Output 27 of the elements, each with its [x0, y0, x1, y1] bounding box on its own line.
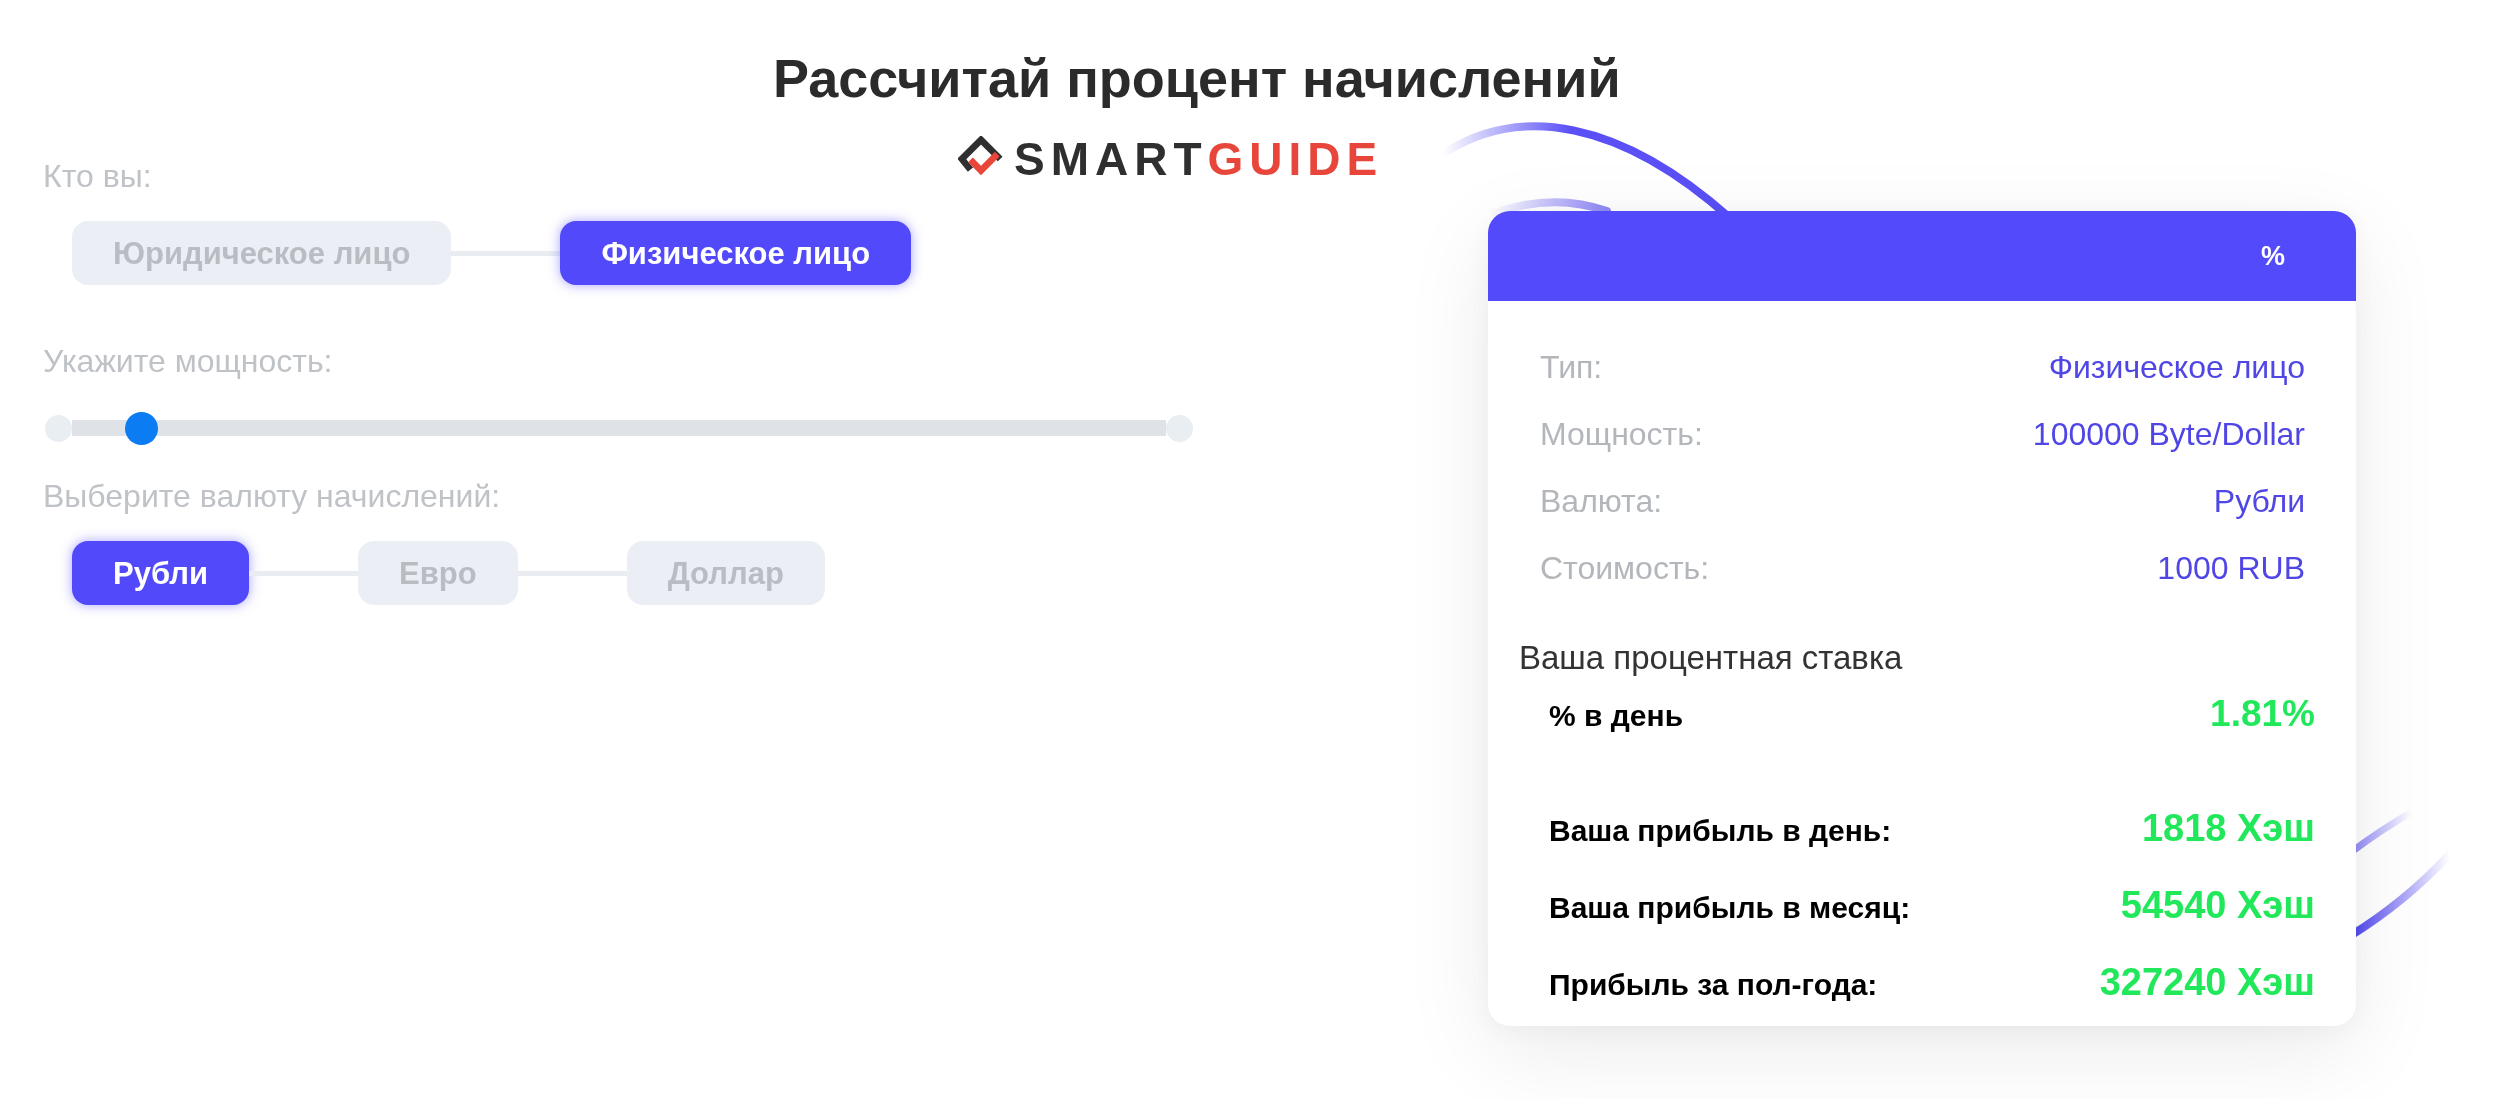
option-button[interactable]: Рубли: [72, 541, 250, 605]
profit-value: 54540 Хэш: [2120, 883, 2315, 927]
rate-label: % в день: [1549, 698, 1684, 734]
logo-wordmark: SMARTGUIDE: [1014, 136, 1384, 182]
detail-value: Физическое лицо: [2048, 348, 2305, 387]
detail-label: Стоимость:: [1540, 549, 1710, 588]
end-dot-icon: [1166, 414, 1193, 442]
detail-label: Валюта:: [1540, 482, 1663, 521]
section-label: Кто вы:: [43, 158, 152, 194]
profit-label: Ваша прибыль в месяц:: [1549, 890, 1911, 926]
section-label: Укажите мощность:: [43, 343, 333, 379]
rate-heading: Ваша процентная ставка: [1519, 640, 1903, 676]
detail-label: Тип:: [1540, 348, 1603, 387]
percent-label: %: [2261, 242, 2285, 270]
detail-label: Мощность:: [1540, 415, 1703, 454]
profit-label: Прибыль за пол-года:: [1549, 967, 1878, 1003]
option-button[interactable]: Физическое лицо: [560, 221, 912, 285]
profit-value: 1818 Хэш: [2141, 806, 2315, 850]
detail-value: 1000 RUB: [2157, 549, 2305, 588]
detail-value: 100000 Byte/Dollar: [2032, 415, 2305, 454]
end-dot-icon: [45, 414, 72, 442]
profit-value: 327240 Хэш: [2099, 960, 2315, 1004]
rate-value: 1.81%: [2210, 692, 2315, 736]
detail-value: Рубли: [2213, 482, 2305, 521]
profit-label: Ваша прибыль в день:: [1549, 813, 1892, 849]
section-label: Выберите валюту начислений:: [43, 478, 501, 514]
slider-thumb[interactable]: [125, 411, 159, 445]
